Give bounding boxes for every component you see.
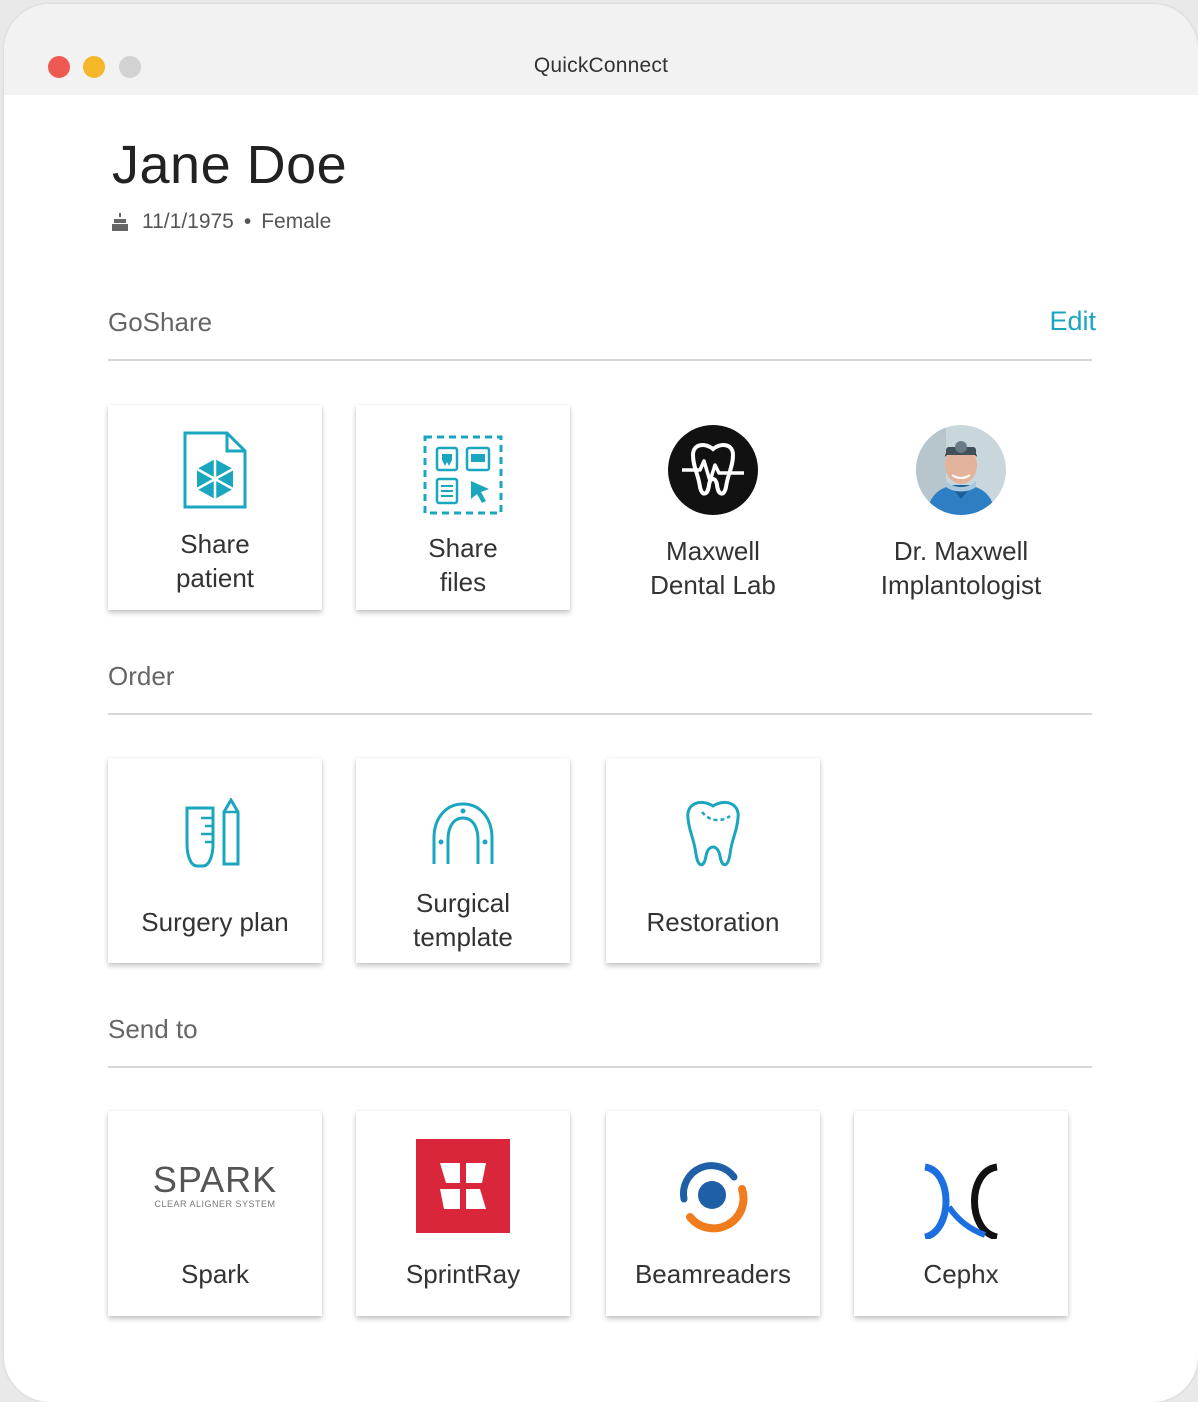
dr-maxwell-card[interactable]: Dr. Maxwell Implantologist xyxy=(854,405,1068,610)
surgery-plan-icon xyxy=(185,798,240,868)
beamreaders-card[interactable]: Beamreaders xyxy=(606,1111,820,1316)
goshare-section-title: GoShare xyxy=(108,307,213,337)
goshare-divider xyxy=(108,359,1092,361)
cephx-label: Cephx xyxy=(923,1259,999,1289)
spark-logo: SPARK CLEAR ALIGNER SYSTEM xyxy=(152,1159,278,1209)
maxwell-dental-lab-card[interactable]: Maxwell Dental Lab xyxy=(606,405,820,610)
surgical-template-label: Surgical template xyxy=(413,888,513,952)
patient-name: Jane Doe xyxy=(112,135,348,195)
restoration-card[interactable]: Restoration xyxy=(606,758,820,963)
doctor-avatar xyxy=(916,425,1006,515)
surgical-template-icon xyxy=(432,802,494,864)
tooth-icon xyxy=(686,801,740,867)
maxwell-dental-lab-label: Maxwell Dental Lab xyxy=(650,536,776,600)
share-patient-icon xyxy=(183,431,247,509)
cephx-card[interactable]: Cephx xyxy=(854,1111,1068,1316)
share-files-icon xyxy=(423,435,503,515)
sprintray-card[interactable]: SprintRay xyxy=(356,1111,570,1316)
share-files-label: Share files xyxy=(428,533,498,597)
beamreaders-logo xyxy=(680,1162,748,1233)
dr-maxwell-label: Dr. Maxwell Implantologist xyxy=(880,536,1042,600)
surgery-plan-label: Surgery plan xyxy=(141,907,289,937)
share-patient-card[interactable]: Share patient xyxy=(108,405,322,610)
patient-sex: Female xyxy=(261,210,332,233)
patient-info: 11/1/1975 • Female xyxy=(112,210,331,234)
quickconnect-window: QuickConnect Jane Doe 11/1/1975 • Female… xyxy=(4,4,1198,1402)
meta-separator: • xyxy=(243,210,252,233)
send-to-section-title: Send to xyxy=(108,1014,198,1044)
share-patient-label: Share patient xyxy=(175,529,255,593)
patient-birthdate: 11/1/1975 xyxy=(142,210,234,233)
send-to-divider xyxy=(108,1066,1092,1068)
surgical-template-card[interactable]: Surgical template xyxy=(356,758,570,963)
surgery-plan-card[interactable]: Surgery plan xyxy=(108,758,322,963)
title-bar: QuickConnect xyxy=(4,4,1198,95)
share-files-card[interactable]: Share files xyxy=(356,405,570,610)
spark-label: Spark xyxy=(181,1259,249,1289)
window-title: QuickConnect xyxy=(533,54,669,77)
order-divider xyxy=(108,713,1092,715)
dental-lab-logo xyxy=(668,425,758,515)
beamreaders-label: Beamreaders xyxy=(634,1259,792,1289)
spark-card[interactable]: SPARK CLEAR ALIGNER SYSTEM Spark xyxy=(108,1111,322,1316)
sprintray-logo xyxy=(416,1139,510,1233)
sprintray-label: SprintRay xyxy=(405,1259,521,1289)
goshare-edit-link[interactable]: Edit xyxy=(1049,306,1096,337)
cephx-logo xyxy=(923,1163,999,1239)
order-section-title: Order xyxy=(108,661,175,691)
birthday-cake-icon xyxy=(112,213,128,231)
restoration-label: Restoration xyxy=(646,907,780,937)
